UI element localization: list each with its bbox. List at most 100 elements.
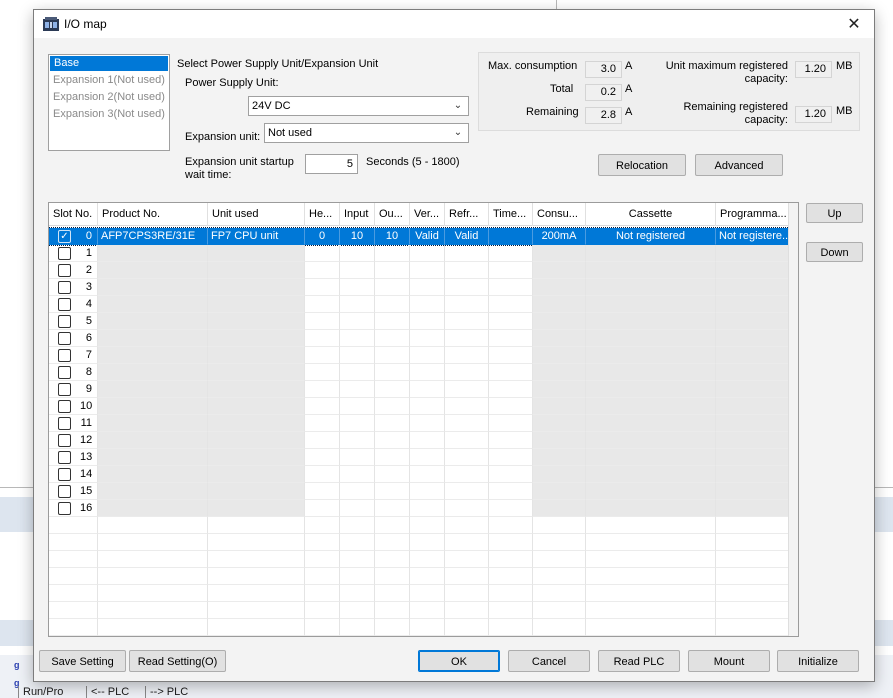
table-cell: [98, 381, 208, 398]
table-row[interactable]: 7: [49, 347, 789, 364]
table-cell: [410, 245, 445, 262]
table-cell: [375, 279, 410, 296]
table-cell: [208, 381, 305, 398]
column-header-product-no[interactable]: Product No.: [98, 203, 208, 226]
table-cell: [489, 381, 533, 398]
table-row[interactable]: 3: [49, 279, 789, 296]
column-header-refresh[interactable]: Refr...: [445, 203, 489, 226]
table-row[interactable]: 12: [49, 432, 789, 449]
table-cell: [716, 330, 789, 347]
table-row[interactable]: 2: [49, 262, 789, 279]
table-row-slot-0[interactable]: ✓ 0 AFP7CPS3RE/31E FP7 CPU unit 0 10 10 …: [49, 227, 790, 246]
column-header-verify[interactable]: Ver...: [410, 203, 445, 226]
table-row[interactable]: 9: [49, 381, 789, 398]
table-row[interactable]: 5: [49, 313, 789, 330]
table-cell: [340, 432, 375, 449]
table-scrollbar[interactable]: [788, 203, 798, 636]
table-cell: [340, 619, 375, 636]
slot-checkbox[interactable]: [58, 468, 71, 481]
table-row[interactable]: 13: [49, 449, 789, 466]
table-row[interactable]: 6: [49, 330, 789, 347]
slot-checkbox[interactable]: [58, 417, 71, 430]
column-header-slot-no[interactable]: Slot No.: [49, 203, 98, 226]
unit-list-item-expansion-3[interactable]: Expansion 3(Not used): [49, 106, 169, 123]
table-row-empty: [49, 602, 789, 619]
table-cell: [489, 534, 533, 551]
slot-checkbox[interactable]: [58, 434, 71, 447]
slot-checkbox[interactable]: [58, 281, 71, 294]
slot-checkbox[interactable]: [58, 298, 71, 311]
table-cell: [305, 500, 340, 517]
background-tab-to-plc[interactable]: --> PLC: [145, 686, 188, 698]
total-consumption-value: 0.2: [585, 84, 622, 101]
table-cell: [208, 517, 305, 534]
table-cell: [716, 245, 789, 262]
table-cell: 1: [49, 245, 98, 262]
background-tab-run-pro[interactable]: Run/Pro: [18, 686, 63, 698]
read-plc-button[interactable]: Read PLC: [598, 650, 680, 672]
slot-checkbox[interactable]: [58, 349, 71, 362]
slot-checkbox[interactable]: [58, 383, 71, 396]
ok-button[interactable]: OK: [418, 650, 500, 672]
unit-list-item-base[interactable]: Base: [50, 56, 168, 71]
save-setting-button[interactable]: Save Setting: [39, 650, 126, 672]
slot-checkbox[interactable]: [58, 332, 71, 345]
table-cell: [410, 381, 445, 398]
table-cell: [716, 347, 789, 364]
column-header-head-word[interactable]: He...: [305, 203, 340, 226]
table-row[interactable]: 16: [49, 500, 789, 517]
table-row[interactable]: 8: [49, 364, 789, 381]
mount-button[interactable]: Mount: [688, 650, 770, 672]
close-button[interactable]: ✕: [834, 10, 874, 38]
power-supply-select[interactable]: 24V DC ⌄: [248, 96, 469, 116]
table-cell: [98, 245, 208, 262]
expansion-unit-select[interactable]: Not used ⌄: [264, 123, 469, 143]
table-cell: 3: [49, 279, 98, 296]
background-tab-from-plc[interactable]: <-- PLC: [86, 686, 129, 698]
table-cell: [716, 602, 789, 619]
slot-checkbox[interactable]: [58, 400, 71, 413]
column-header-consumption[interactable]: Consu...: [533, 203, 586, 226]
cancel-button[interactable]: Cancel: [508, 650, 590, 672]
table-row[interactable]: 14: [49, 466, 789, 483]
up-button[interactable]: Up: [806, 203, 863, 223]
unit-list-item-expansion-2[interactable]: Expansion 2(Not used): [49, 89, 169, 106]
table-row[interactable]: 11: [49, 415, 789, 432]
slot-number: 16: [80, 502, 93, 514]
down-button[interactable]: Down: [806, 242, 863, 262]
column-header-unit-used[interactable]: Unit used: [208, 203, 305, 226]
table-cell: [533, 415, 586, 432]
table-row[interactable]: 10: [49, 398, 789, 415]
slot-checkbox[interactable]: [58, 247, 71, 260]
slot-checkbox[interactable]: [58, 502, 71, 515]
read-setting-button[interactable]: Read Setting(O): [129, 650, 226, 672]
column-header-programmable[interactable]: Programma...: [716, 203, 789, 226]
unit-list[interactable]: Base Expansion 1(Not used) Expansion 2(N…: [48, 54, 170, 151]
relocation-button[interactable]: Relocation: [598, 154, 686, 176]
table-cell: [586, 483, 716, 500]
io-map-table[interactable]: Slot No. Product No. Unit used He... Inp…: [48, 202, 799, 637]
slot-checkbox[interactable]: [58, 451, 71, 464]
column-header-input[interactable]: Input: [340, 203, 375, 226]
unit-list-item-expansion-1[interactable]: Expansion 1(Not used): [49, 72, 169, 89]
slot-checkbox[interactable]: [58, 485, 71, 498]
table-row[interactable]: 15: [49, 483, 789, 500]
column-header-output[interactable]: Ou...: [375, 203, 410, 226]
slot-checkbox[interactable]: [58, 366, 71, 379]
background-vertical-line: [556, 0, 557, 9]
slot-checkbox[interactable]: [58, 264, 71, 277]
table-cell: [98, 432, 208, 449]
advanced-button[interactable]: Advanced: [695, 154, 783, 176]
table-cell: [716, 619, 789, 636]
table-row[interactable]: 4: [49, 296, 789, 313]
startup-wait-input[interactable]: 5: [305, 154, 358, 174]
table-row[interactable]: 1: [49, 245, 789, 262]
table-row-empty: [49, 534, 789, 551]
slot-checkbox[interactable]: ✓: [58, 230, 71, 243]
column-header-cassette[interactable]: Cassette: [586, 203, 716, 226]
slot-checkbox[interactable]: [58, 315, 71, 328]
initialize-button[interactable]: Initialize: [777, 650, 859, 672]
table-cell: [586, 619, 716, 636]
column-header-time[interactable]: Time...: [489, 203, 533, 226]
table-cell: [208, 449, 305, 466]
